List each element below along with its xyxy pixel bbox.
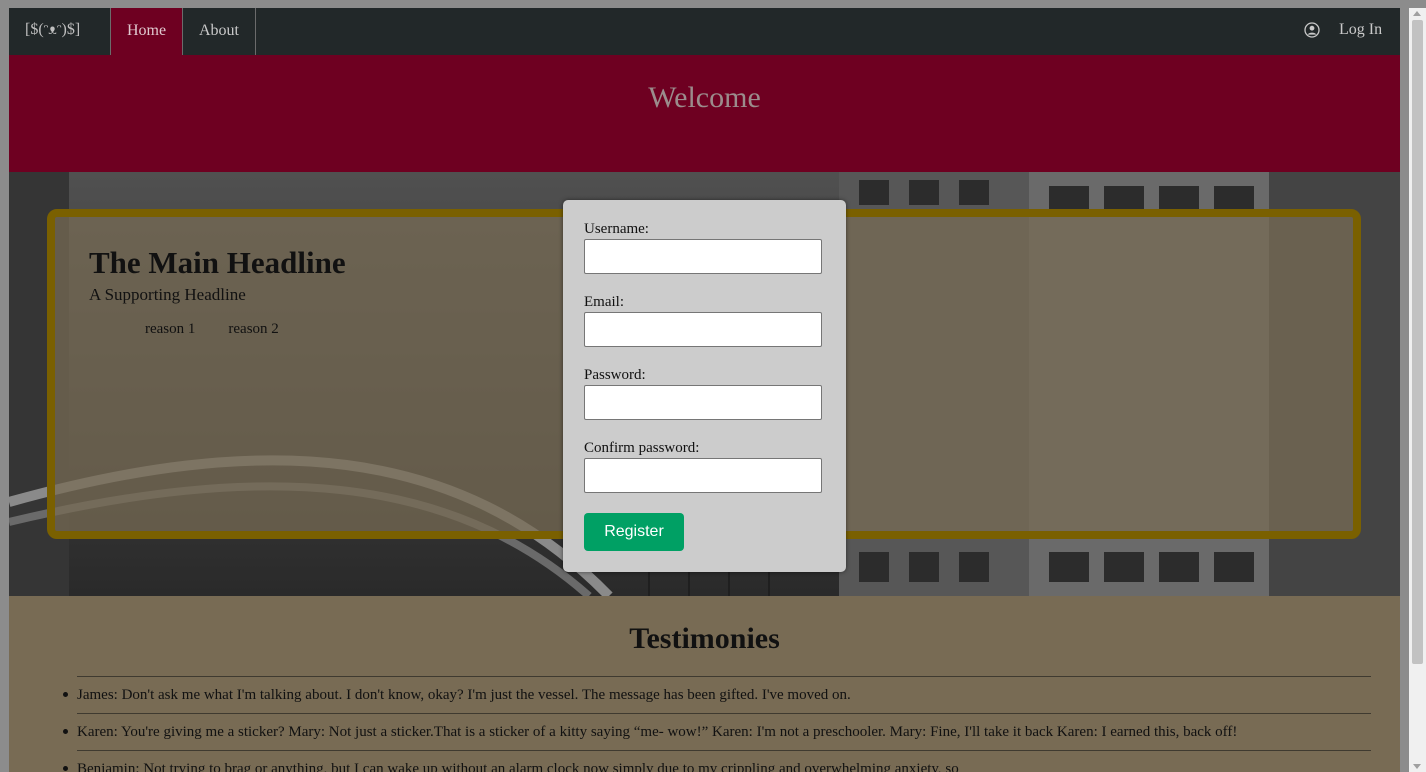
scroll-thumb[interactable] (1412, 20, 1423, 664)
email-label: Email: (584, 294, 624, 310)
testimonies-list: James: Don't ask me what I'm talking abo… (63, 676, 1371, 772)
email-input[interactable] (584, 312, 822, 347)
welcome-banner: Welcome (9, 55, 1400, 172)
testimony-item: James: Don't ask me what I'm talking abo… (63, 676, 1371, 713)
main-headline: The Main Headline (89, 245, 346, 280)
reason-item: reason 1 (145, 321, 196, 337)
navbar: [$(ᵔᴥᵔ)$] Home About Log In (9, 8, 1400, 55)
register-form: Username: Email: Password: Confirm passw… (563, 200, 846, 572)
reasons-list: reason 1 reason 2 (145, 321, 279, 338)
testimonies-title: Testimonies (629, 622, 780, 655)
reason-item: reason 2 (228, 321, 279, 337)
scroll-up-arrow-icon[interactable] (1413, 11, 1421, 16)
scroll-down-arrow-icon[interactable] (1413, 764, 1421, 769)
password-input[interactable] (584, 385, 822, 420)
password-label: Password: (584, 367, 646, 383)
testimonies-section: Testimonies James: Don't ask me what I'm… (9, 596, 1400, 772)
nav-home[interactable]: Home (110, 8, 183, 55)
confirm-password-input[interactable] (584, 458, 822, 493)
confirm-password-label: Confirm password: (584, 440, 700, 456)
register-button[interactable]: Register (584, 513, 684, 551)
supporting-headline: A Supporting Headline (89, 285, 246, 304)
username-input[interactable] (584, 239, 822, 274)
testimony-item: Karen: You're giving me a sticker? Mary:… (63, 713, 1371, 750)
nav-about[interactable]: About (182, 8, 256, 55)
login-link[interactable]: Log In (1339, 21, 1382, 39)
vertical-scrollbar[interactable] (1409, 8, 1426, 772)
user-circle-icon[interactable] (1304, 22, 1320, 38)
page: [$(ᵔᴥᵔ)$] Home About Log In Welcome The … (9, 8, 1400, 772)
testimony-item: Benjamin: Not trying to brag or anything… (63, 750, 1371, 772)
username-label: Username: (584, 221, 649, 237)
welcome-title: Welcome (648, 81, 761, 114)
brand-logo[interactable]: [$(ᵔᴥᵔ)$] (25, 21, 80, 39)
